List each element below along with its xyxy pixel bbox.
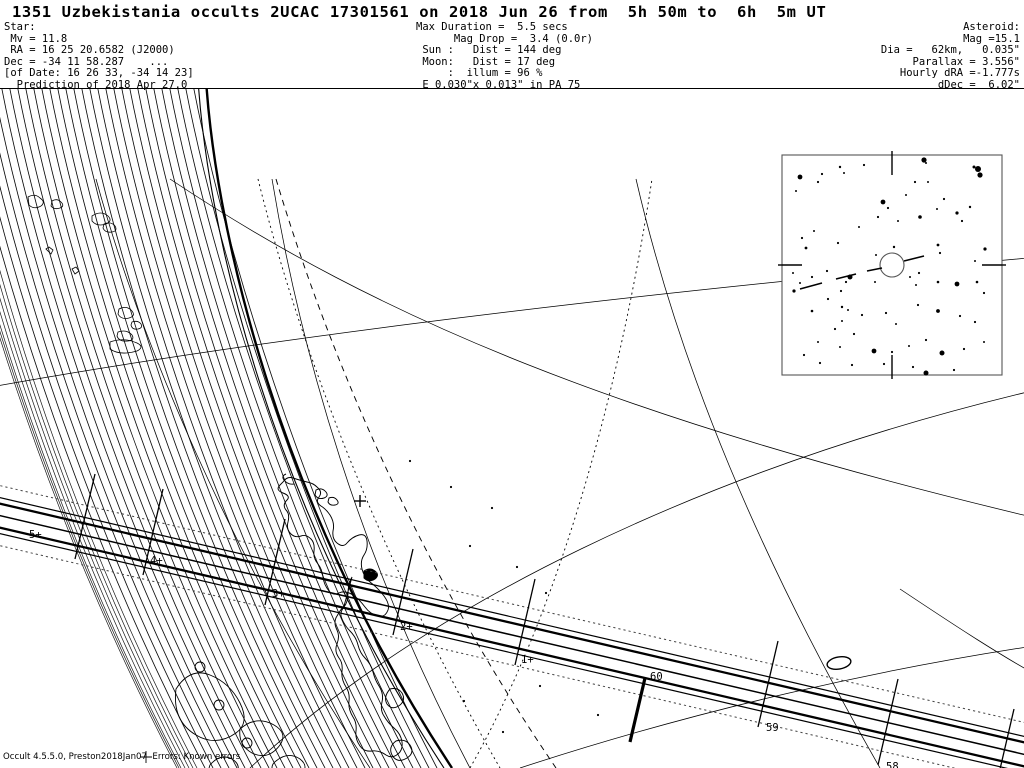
terminator-hatching <box>0 89 438 768</box>
path-label-3: 3+ <box>272 588 285 600</box>
star-field-inset <box>778 151 1006 379</box>
limb-dense-lines <box>0 269 198 768</box>
footer-credit: Occult 4.5.5.0, Preston2018Jan07 Errors:… <box>3 752 241 762</box>
path-label-2: 2+ <box>400 621 413 633</box>
path-label-4: 4+ <box>150 555 163 567</box>
path-limit-heavy <box>0 502 1024 768</box>
path-label-60: 60 <box>650 671 663 683</box>
inset-border <box>781 154 1003 376</box>
star-field-svg <box>778 151 1006 379</box>
header-panel: 1351 Uzbekistania occults 2UCAC 17301561… <box>0 0 1024 91</box>
occultation-prediction-page: 1351 Uzbekistania occults 2UCAC 17301561… <box>0 0 1024 768</box>
star-info-block: Star: Mv = 11.8 RA = 16 25 20.6582 (J200… <box>4 21 194 91</box>
path-label-1: 1+ <box>521 654 534 666</box>
path-label-59: 59 <box>766 722 779 734</box>
path-uncertainty-limits <box>0 485 1024 768</box>
shadow-ellipse-marker <box>826 656 852 670</box>
map-field-dots <box>408 459 600 734</box>
circumstances-block: Max Duration = 5.5 secs Mag Drop = 3.4 (… <box>416 21 594 91</box>
island-coastlines <box>27 194 142 354</box>
path-label-5: 5+ <box>29 529 42 541</box>
asteroid-info-block: Asteroid: Mag =15.1 Dia = 62km, 0.035" P… <box>880 21 1020 91</box>
path-time-ticks <box>74 473 1015 768</box>
path-label-58: 58 <box>886 761 899 768</box>
page-title: 1351 Uzbekistania occults 2UCAC 17301561… <box>12 3 827 21</box>
